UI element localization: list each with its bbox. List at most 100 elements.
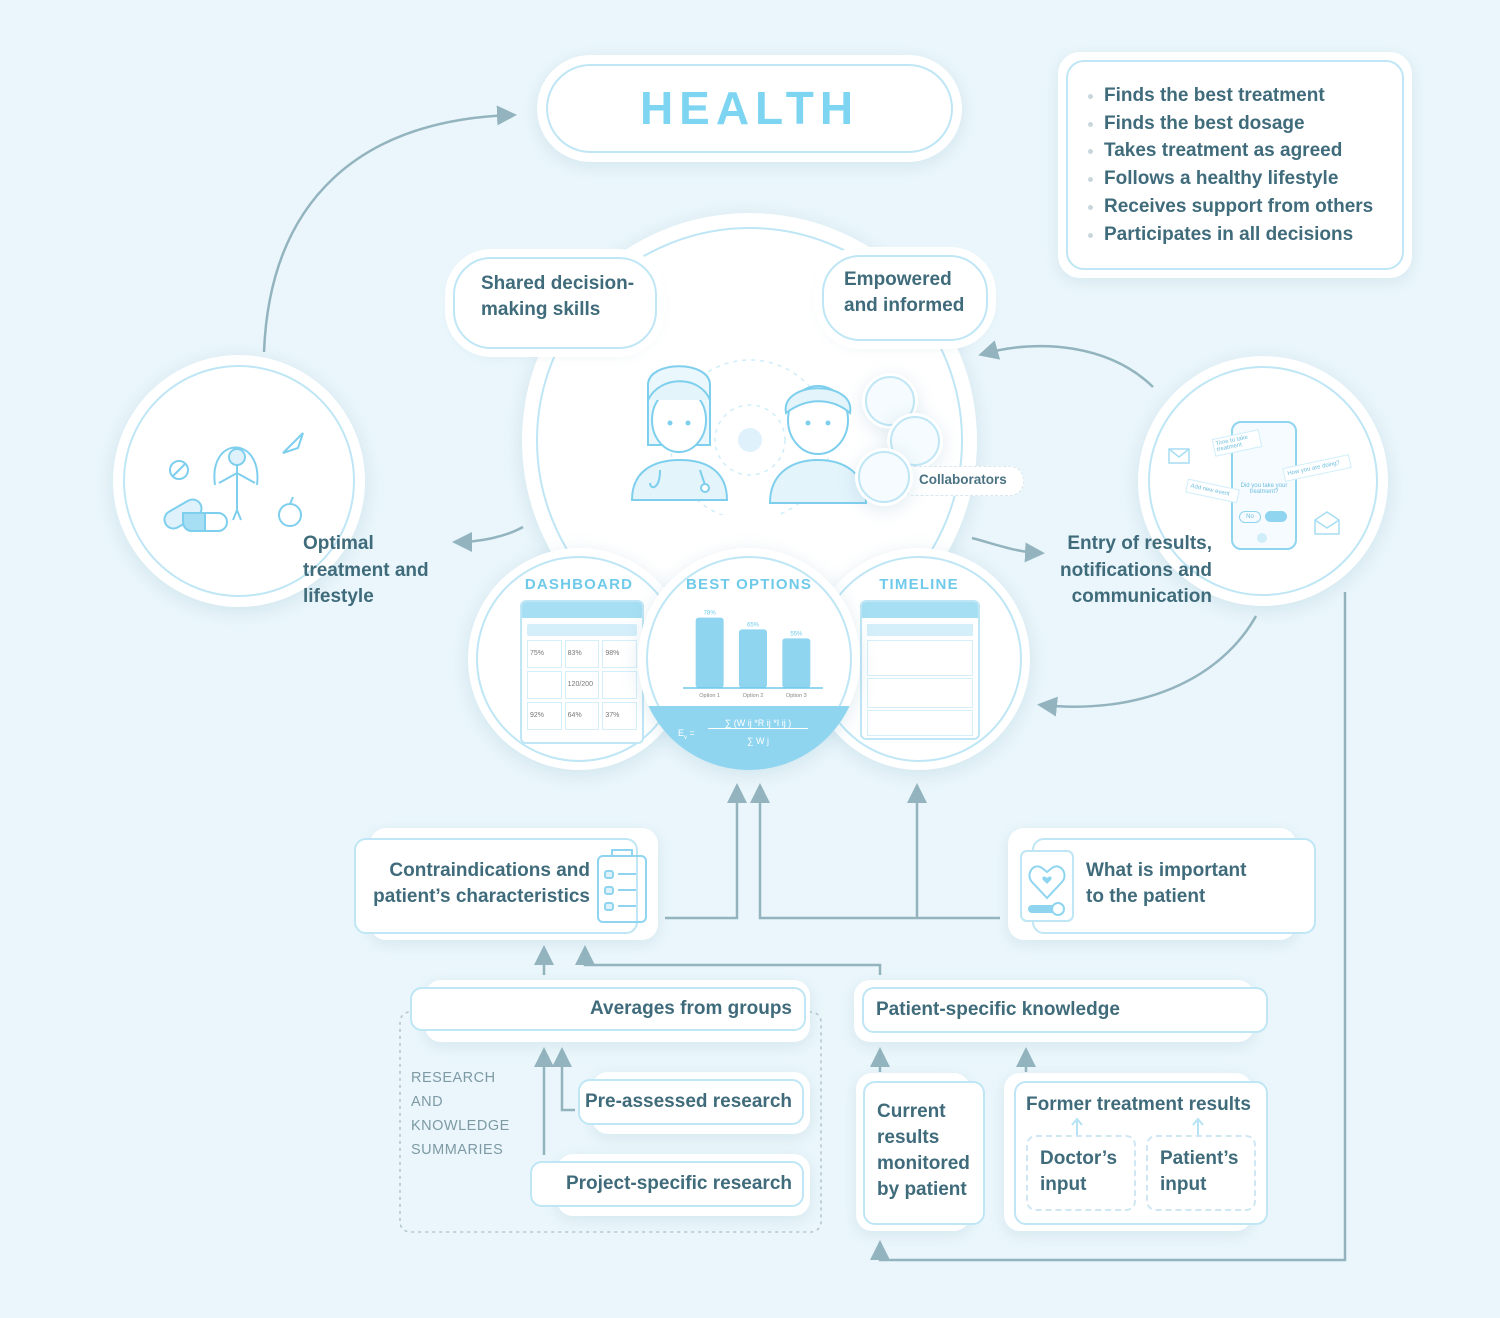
goals-list: Finds the best treatment Finds the best … — [1086, 82, 1373, 248]
research-label-line: SUMMARIES — [411, 1142, 504, 1158]
collaborators-label: Collaborators — [919, 472, 1007, 487]
goals-panel: Finds the best treatment Finds the best … — [1058, 52, 1412, 278]
bar-2 — [739, 629, 767, 688]
bar-value-label: 65% — [747, 622, 760, 628]
patient-icon — [768, 385, 868, 504]
bar-3 — [782, 638, 811, 688]
dashboard-tile: 75% — [527, 640, 562, 668]
project-specific-box: Project-specific research — [530, 1161, 804, 1207]
collaborator-avatar — [855, 448, 913, 506]
former-results-box: Former treatment results Doctor’s input … — [1014, 1081, 1268, 1225]
health-pill: HEALTH — [537, 55, 962, 162]
patient-input-line: input — [1160, 1174, 1207, 1195]
goal-item: Follows a healthy lifestyle — [1086, 165, 1373, 193]
project-specific-text: Project-specific research — [565, 1173, 792, 1194]
averages-box: Averages from groups — [410, 987, 806, 1031]
bar-1 — [695, 617, 724, 688]
lifestyle-label-line: lifestyle — [303, 586, 374, 607]
x-tick-label: Option 1 — [699, 693, 720, 699]
lifestyle-label-line: Optimal — [303, 533, 374, 554]
phone-question: Did you take your treatment? — [1240, 483, 1288, 495]
collaborators-tag: Collaborators — [900, 466, 1024, 496]
patient-input-line: Patient’s — [1160, 1148, 1239, 1169]
goal-item: Receives support from others — [1086, 193, 1373, 221]
arrow-patient-to-contra — [575, 945, 882, 975]
current-results-line: by patient — [877, 1179, 967, 1200]
goal-item: Finds the best treatment — [1086, 82, 1373, 110]
formula-lhs-subscript: v — [684, 734, 688, 741]
important-text: What is important to the patient — [1086, 860, 1247, 907]
important-box: What is important to the patient — [1032, 838, 1316, 934]
patient-knowledge-text: Patient-specific knowledge — [876, 999, 1120, 1020]
phone-yes-button — [1265, 511, 1287, 522]
line-contra-up — [665, 783, 747, 920]
dashboard-mockup: 75% 83% 98% 120/200 92% 64% 37% — [520, 600, 644, 744]
arrow-center-to-entry — [971, 536, 1045, 563]
shared-skills-text: Shared decision- making skills — [481, 273, 635, 320]
entry-label-line: communication — [1071, 586, 1212, 607]
entry-label-line: notifications and — [1060, 559, 1212, 581]
speech-bubble-shared: Shared decision- making skills — [453, 257, 657, 349]
doctor-input-box: Doctor’s input — [1026, 1135, 1136, 1211]
formula-denominator: ∑ W j — [747, 736, 769, 746]
patient-input-arrow-icon — [1192, 1117, 1204, 1135]
current-results-line: Current — [877, 1101, 946, 1122]
goal-item: Finds the best dosage — [1086, 110, 1373, 138]
lifestyle-label: Optimal treatment and lifestyle — [303, 531, 429, 611]
health-title: HEALTH — [639, 82, 860, 134]
formula-panel: Ev = ∑ (W ij *R ij *I ij ) ∑ W j — [638, 706, 860, 770]
x-tick-label: Option 3 — [786, 693, 807, 699]
current-results-line: results — [877, 1127, 940, 1148]
current-results-text: Current results monitored by patient — [877, 1099, 970, 1203]
envelope-icon — [1168, 448, 1190, 464]
lifestyle-label-line: treatment and — [303, 559, 429, 581]
phone-no-button: No — [1239, 511, 1261, 523]
formula-lhs: Ev = — [678, 728, 695, 741]
dashboard-tile: 37% — [602, 702, 637, 730]
phone-home-button — [1257, 533, 1267, 543]
research-label-line: RESEARCH — [411, 1070, 496, 1086]
pre-assessed-box: Pre-assessed research — [578, 1079, 804, 1125]
goal-item: Participates in all decisions — [1086, 221, 1373, 249]
dashboard-tile: 120/200 — [564, 671, 600, 699]
apple-icon — [278, 503, 302, 527]
patient-input-box: Patient’s input — [1146, 1135, 1256, 1211]
current-results-box: Current results monitored by patient — [863, 1081, 985, 1225]
arrow-entry-to-center — [978, 340, 1154, 388]
dashboard-tile: 83% — [564, 640, 600, 668]
research-label-line: KNOWLEDGE — [411, 1118, 510, 1134]
entry-label-line: Entry of results, — [1067, 533, 1212, 554]
doctor-input-line: input — [1040, 1174, 1087, 1195]
dashboard-tile: 98% — [602, 640, 637, 668]
research-group-label: RESEARCH AND KNOWLEDGE SUMMARIES — [411, 1066, 510, 1162]
averages-text: Averages from groups — [589, 998, 792, 1019]
line-important-up — [750, 783, 1000, 920]
dashboard-tile — [602, 671, 637, 699]
best-options-chart: 78% Option 1 65% Option 2 55% Option 3 — [683, 611, 823, 699]
research-label-line: AND — [411, 1094, 444, 1110]
pre-assessed-text: Pre-assessed research — [584, 1091, 792, 1112]
current-results-line: monitored — [877, 1153, 970, 1174]
entry-label: Entry of results, notifications and comm… — [1050, 531, 1230, 611]
doctor-input-arrow-icon — [1071, 1117, 1083, 1135]
bar-value-label: 78% — [704, 611, 717, 617]
formula-numerator: ∑ (W ij *R ij *I ij ) — [708, 718, 808, 729]
heart-toggle-icon — [1020, 850, 1074, 922]
x-tick-label: Option 2 — [743, 693, 764, 699]
contraindications-box: Contraindications and patient’s characte… — [354, 838, 647, 934]
doctor-input-line: Doctor’s — [1040, 1148, 1118, 1169]
contraindications-text: Contraindications and patient’s characte… — [373, 860, 590, 907]
clipboard-checklist-icon — [597, 849, 647, 923]
arrow-pre-to-avg — [552, 1047, 575, 1112]
lifestyle-illustration — [163, 432, 304, 532]
timeline-mockup — [860, 600, 980, 740]
former-results-title: Former treatment results — [1026, 1094, 1251, 1115]
dashboard-tile: 92% — [527, 702, 562, 730]
speech-bubble-empowered: Empowered and informed — [822, 255, 988, 341]
best-options-circle: BEST OPTIONS 78% Option 1 65% Option 2 55% Op… — [638, 548, 860, 770]
patient-knowledge-box: Patient-specific knowledge — [862, 987, 1268, 1033]
goal-item: Takes treatment as agreed — [1086, 137, 1373, 165]
arrow-center-to-lifestyle — [452, 525, 524, 552]
patient-input-text: Patient’s input — [1160, 1146, 1239, 1198]
dashboard-tiles: 75% 83% 98% 120/200 92% 64% 37% — [527, 640, 637, 730]
